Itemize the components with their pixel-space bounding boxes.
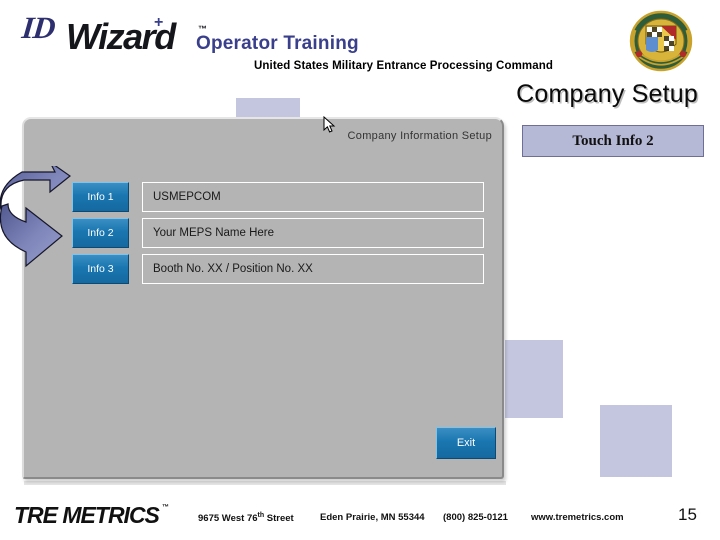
footer-website[interactable]: www.tremetrics.com xyxy=(531,512,624,523)
touch-info-callout: Touch Info 2 xyxy=(522,125,704,157)
curved-arrow-icon xyxy=(0,166,72,268)
page-header-title: Operator Training xyxy=(196,33,359,54)
info-1-button[interactable]: Info 1 xyxy=(72,182,129,212)
window-drop-shadow xyxy=(24,481,506,485)
page-header-subtitle: United States Military Entrance Processi… xyxy=(254,60,553,72)
decorative-rectangle-middle xyxy=(505,340,563,418)
footer-phone: (800) 825-0121 xyxy=(443,512,508,523)
window-title: Company Information Setup xyxy=(347,130,492,142)
mouse-pointer-icon xyxy=(323,116,336,133)
footer-street-tail: Street xyxy=(264,513,294,525)
logo-plus-icon: + xyxy=(154,14,164,31)
info-row-2: Info 2 Your MEPS Name Here xyxy=(72,218,484,248)
tremetrics-wordmark: TRE METRICS xyxy=(14,502,160,528)
tremetrics-logo: TRE METRICS ™ xyxy=(14,502,174,528)
idwizard-logo: ID Wizard + ™ xyxy=(20,8,207,58)
info-row-1: Info 1 USMEPCOM xyxy=(72,182,484,212)
info-1-field[interactable]: USMEPCOM xyxy=(142,182,484,212)
info-row-3: Info 3 Booth No. XX / Position No. XX xyxy=(72,254,484,284)
tremetrics-trademark: ™ xyxy=(162,504,169,511)
footer-divider xyxy=(0,492,720,493)
logo-id-text: ID xyxy=(20,10,57,45)
callout-label: Touch Info 2 xyxy=(572,132,654,149)
info-2-button[interactable]: Info 2 xyxy=(72,218,129,248)
page-number: 15 xyxy=(678,505,697,524)
footer-street: 9675 West 76th Street xyxy=(198,512,294,524)
military-crest-icon xyxy=(629,10,693,72)
info-2-field[interactable]: Your MEPS Name Here xyxy=(142,218,484,248)
page-title: Company Setup xyxy=(516,80,698,108)
footer-street-number: 9675 West 76 xyxy=(198,513,258,525)
company-information-setup-window: Company Information Setup Info 1 USMEPCO… xyxy=(22,117,504,479)
decorative-rectangle-right xyxy=(600,405,672,477)
info-3-field[interactable]: Booth No. XX / Position No. XX xyxy=(142,254,484,284)
info-3-button[interactable]: Info 3 xyxy=(72,254,129,284)
exit-button[interactable]: Exit xyxy=(436,427,496,459)
footer-city: Eden Prairie, MN 55344 xyxy=(320,512,425,523)
